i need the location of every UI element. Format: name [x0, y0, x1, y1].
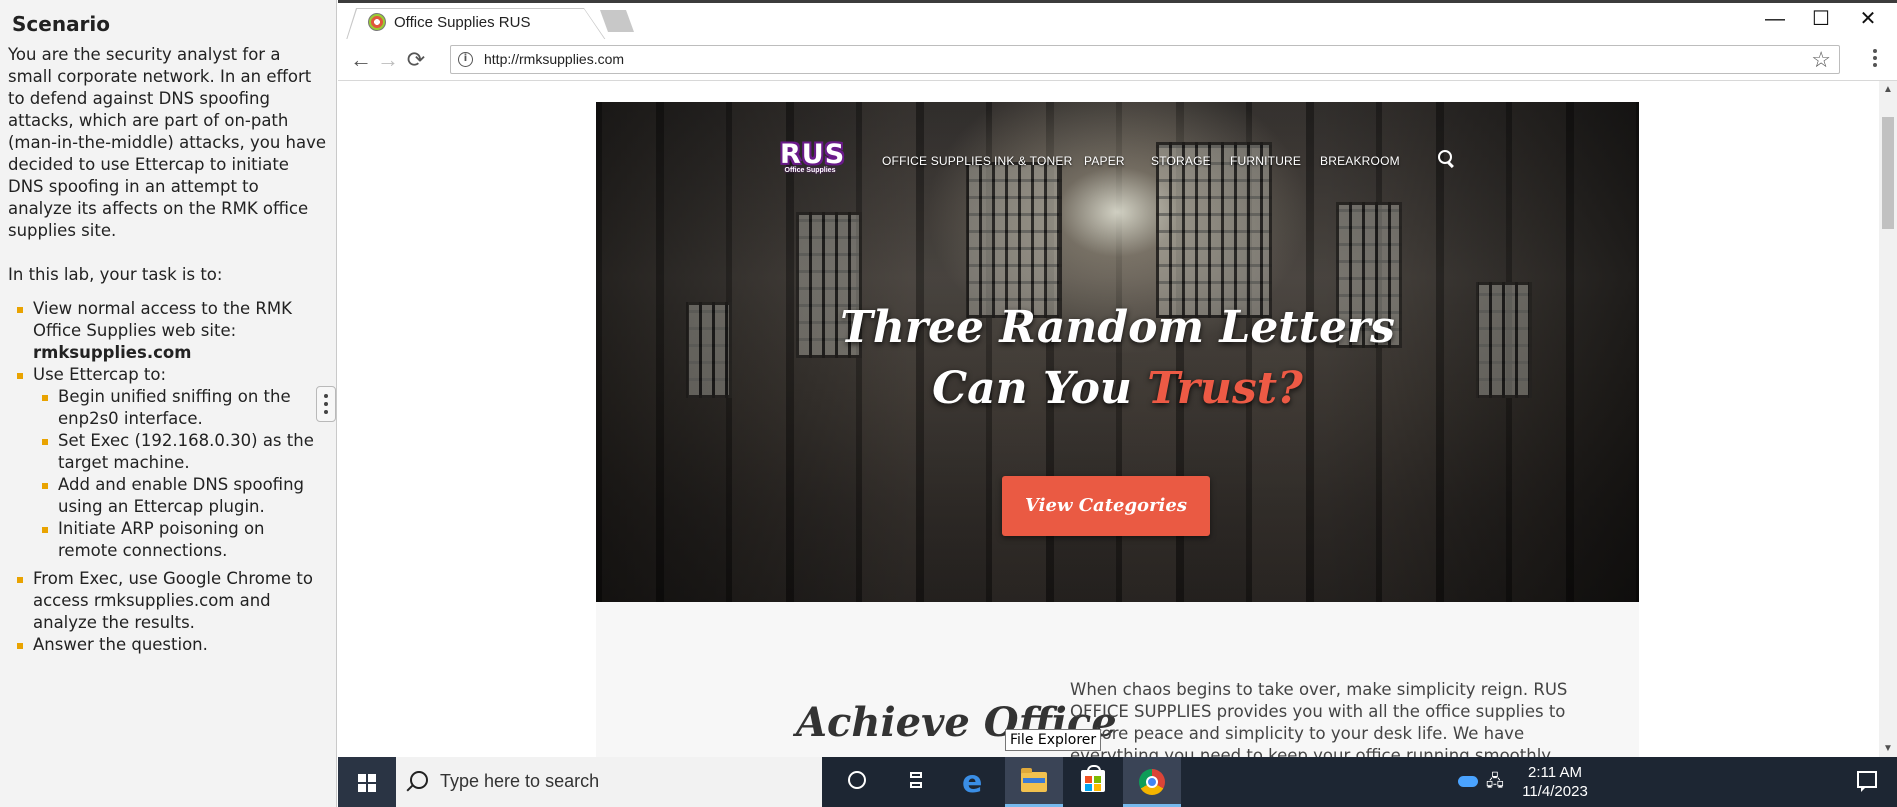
task-view-icon — [907, 772, 925, 790]
browser-menu-button[interactable] — [1872, 49, 1878, 67]
intro-section: Achieve Office When chaos begins to take… — [596, 602, 1639, 757]
windows-logo-icon — [358, 774, 376, 792]
hero-title-accent: Trust? — [1147, 363, 1303, 414]
hero-banner: RUS Office Supplies OFFICE SUPPLIES INK … — [596, 102, 1639, 602]
info-icon[interactable]: i — [458, 52, 473, 67]
search-placeholder: Type here to search — [440, 771, 600, 791]
taskbar-search-box[interactable]: Type here to search — [396, 757, 822, 807]
scenario-panel: Scenario You are the security analyst fo… — [0, 0, 337, 807]
site-search-icon[interactable] — [1438, 150, 1453, 165]
url-text[interactable]: http://rmksupplies.com — [484, 51, 624, 67]
logo-text: RUS — [780, 139, 846, 170]
panel-resize-handle[interactable] — [316, 386, 336, 422]
task-item: Answer the question. — [8, 634, 326, 656]
edge-icon: e — [962, 765, 983, 800]
nav-furniture[interactable]: FURNITURE — [1230, 154, 1301, 168]
address-bar[interactable]: i http://rmksupplies.com ☆ — [450, 45, 1840, 74]
chrome-icon — [1139, 769, 1165, 795]
nav-storage[interactable]: STORAGE — [1151, 154, 1211, 168]
decor-window — [966, 162, 1062, 318]
browser-window: Office Supplies RUS — ☐ ✕ ← → ⟳ i http:/… — [338, 0, 1897, 757]
back-button[interactable]: ← — [348, 47, 374, 73]
hero-title-line1: Three Random Letters — [840, 302, 1395, 353]
cortana-icon — [848, 771, 866, 789]
clock-date: 11/4/2023 — [1522, 783, 1588, 800]
task-item: Use Ettercap to: Begin unified sniffing … — [8, 364, 326, 562]
subtask-list: Begin unified sniffing on the enp2s0 int… — [33, 386, 326, 562]
task-view-button[interactable] — [887, 757, 945, 807]
reload-button[interactable]: ⟳ — [403, 47, 429, 73]
subtask-item: Set Exec (192.168.0.30) as the target ma… — [33, 430, 326, 474]
vertical-scrollbar[interactable]: ▲ ▼ — [1879, 81, 1897, 757]
logo-subtext: Office Supplies — [784, 167, 836, 174]
store-button[interactable] — [1064, 757, 1122, 807]
clock-time: 2:11 AM — [1528, 764, 1582, 781]
task-list: View normal access to the RMK Office Sup… — [8, 298, 326, 656]
maximize-button[interactable]: ☐ — [1798, 6, 1844, 32]
file-explorer-button[interactable] — [1005, 757, 1063, 807]
store-icon — [1081, 765, 1105, 792]
task-text: View normal access to the RMK Office Sup… — [33, 299, 292, 340]
minimize-button[interactable]: — — [1752, 6, 1798, 32]
cortana-button[interactable] — [828, 757, 886, 807]
decor-window — [1156, 142, 1272, 318]
tab-strip: Office Supplies RUS — ☐ ✕ — [338, 3, 1897, 40]
hero-title-line2: Can You Trust? — [596, 363, 1639, 414]
nav-breakroom[interactable]: BREAKROOM — [1320, 154, 1400, 168]
page-viewport: RUS Office Supplies OFFICE SUPPLIES INK … — [338, 81, 1879, 757]
task-intro: In this lab, your task is to: — [8, 265, 223, 284]
scenario-title: Scenario — [12, 12, 111, 36]
start-button[interactable] — [338, 757, 396, 807]
bookmark-star-icon[interactable]: ☆ — [1811, 47, 1831, 73]
tooltip: File Explorer — [1005, 729, 1102, 751]
network-icon[interactable]: 🖧 — [1486, 770, 1504, 797]
nav-ink-toner[interactable]: INK & TONER — [994, 154, 1072, 168]
task-text: Use Ettercap to: — [33, 365, 167, 384]
clock[interactable]: 2:11 AM 11/4/2023 — [1518, 763, 1592, 801]
subtask-item: Begin unified sniffing on the enp2s0 int… — [33, 386, 326, 430]
new-tab-button[interactable] — [600, 10, 634, 32]
site-logo[interactable]: RUS Office Supplies — [780, 139, 846, 176]
forward-button[interactable]: → — [375, 47, 401, 73]
site-favicon-icon — [368, 13, 386, 31]
task-item: View normal access to the RMK Office Sup… — [8, 298, 326, 364]
onedrive-icon[interactable] — [1458, 776, 1478, 787]
task-item: From Exec, use Google Chrome to access r… — [8, 568, 326, 634]
close-button[interactable]: ✕ — [1845, 6, 1891, 32]
tab-title: Office Supplies RUS — [394, 14, 531, 31]
scroll-thumb[interactable] — [1882, 117, 1894, 229]
hero-title-part: Can You — [932, 363, 1148, 414]
chrome-button[interactable] — [1123, 757, 1181, 807]
subtask-item: Add and enable DNS spoofing using an Ett… — [33, 474, 326, 518]
edge-button[interactable]: e — [946, 757, 1004, 807]
scroll-down-arrow-icon[interactable]: ▼ — [1883, 743, 1893, 754]
nav-office-supplies[interactable]: OFFICE SUPPLIES — [882, 154, 991, 168]
action-center-icon[interactable] — [1857, 771, 1877, 792]
search-icon — [410, 771, 428, 789]
view-categories-button[interactable]: View Categories — [1002, 476, 1210, 536]
scroll-up-arrow-icon[interactable]: ▲ — [1883, 84, 1893, 95]
scenario-intro: You are the security analyst for a small… — [8, 45, 327, 240]
folder-icon — [1021, 768, 1047, 792]
nav-paper[interactable]: PAPER — [1084, 154, 1125, 168]
task-site: rmksupplies.com — [33, 343, 192, 362]
taskbar: Type here to search e 🖧 2:11 AM 11/4/202… — [338, 757, 1897, 807]
browser-toolbar: ← → ⟳ i http://rmksupplies.com ☆ — [338, 39, 1897, 81]
subtask-item: Initiate ARP poisoning on remote connect… — [33, 518, 326, 562]
section-text: When chaos begins to take over, make sim… — [1070, 680, 1568, 757]
